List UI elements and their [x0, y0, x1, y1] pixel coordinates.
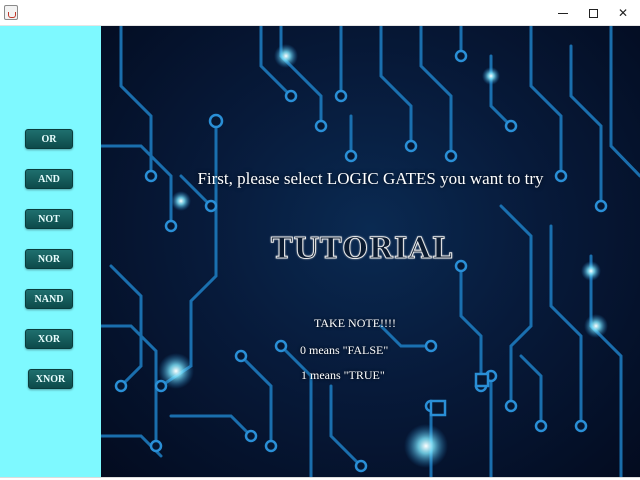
minimize-button[interactable] [546, 0, 580, 26]
gate-sidebar: OR AND NOT NOR NAND XOR XNOR [0, 26, 101, 477]
close-icon: ✕ [617, 6, 629, 20]
gate-button-xnor[interactable]: XNOR [28, 369, 73, 389]
minimize-icon [558, 12, 568, 14]
gate-button-not[interactable]: NOT [25, 209, 73, 229]
maximize-icon [588, 8, 598, 18]
title-bar: ✕ [0, 0, 640, 26]
gate-button-or[interactable]: OR [25, 129, 73, 149]
maximize-button[interactable] [576, 0, 610, 26]
gate-button-nor[interactable]: NOR [25, 249, 73, 269]
note-title: TAKE NOTE!!!! [314, 316, 397, 330]
gate-button-nand[interactable]: NAND [25, 289, 73, 309]
tutorial-title: TUTORIAL [271, 231, 454, 266]
note-true-definition: 1 means "TRUE" [301, 368, 385, 382]
java-app-icon [4, 5, 18, 20]
tutorial-panel: First, please select LOGIC GATES you wan… [101, 26, 640, 477]
note-false-definition: 0 means "FALSE" [300, 343, 389, 357]
gate-button-and[interactable]: AND [25, 169, 73, 189]
close-button[interactable]: ✕ [606, 0, 640, 26]
instruction-headline: First, please select LOGIC GATES you wan… [197, 169, 544, 188]
gate-button-xor[interactable]: XOR [25, 329, 73, 349]
